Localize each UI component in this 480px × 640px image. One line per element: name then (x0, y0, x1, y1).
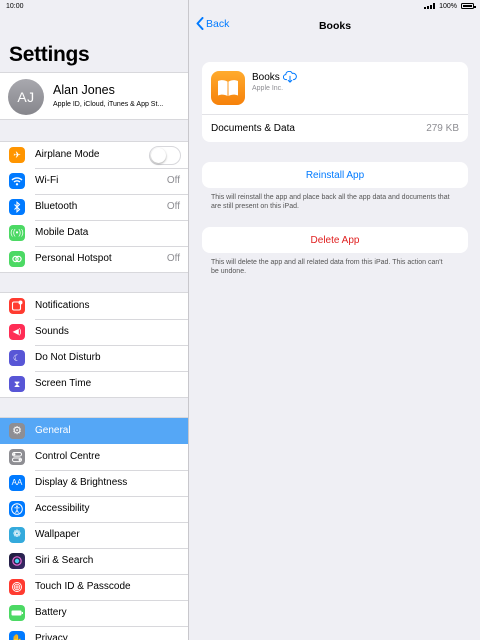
sidebar-item-privacy[interactable]: ✋ Privacy (0, 626, 188, 640)
sidebar-item-control-centre[interactable]: Control Centre (0, 444, 188, 470)
antenna-icon: ((•)) (9, 225, 25, 241)
airplane-icon: ✈ (9, 147, 25, 163)
bluetooth-icon (9, 199, 25, 215)
sidebar-item-screen-time[interactable]: ⧗ Screen Time (0, 371, 188, 397)
sidebar-item-wallpaper[interactable]: ❁ Wallpaper (0, 522, 188, 548)
speaker-icon: ◀) (9, 324, 25, 340)
notifications-icon (9, 298, 25, 314)
sidebar-item-general[interactable]: ⚙ General (0, 418, 188, 444)
sidebar-item-personal-hotspot[interactable]: Personal Hotspot Off (0, 246, 188, 272)
documents-data-label: Documents & Data (211, 123, 295, 134)
divider (202, 114, 468, 115)
settings-sidebar: Settings AJ Alan Jones Apple ID, iCloud,… (0, 0, 189, 640)
connectivity-group: ✈ Airplane Mode Wi-Fi Off Bluetooth Off … (0, 141, 188, 273)
page-title: Books (318, 20, 352, 32)
cloud-download-icon[interactable] (283, 71, 297, 83)
app-name: Books (252, 72, 280, 83)
reinstall-app-button[interactable]: Reinstall App (202, 162, 468, 188)
sidebar-item-label: Siri & Search (35, 555, 94, 566)
sidebar-item-label: Display & Brightness (35, 477, 128, 488)
sidebar-item-touch-id-passcode[interactable]: Touch ID & Passcode (0, 574, 188, 600)
sidebar-item-bluetooth[interactable]: Bluetooth Off (0, 194, 188, 220)
sidebar-item-label: Sounds (35, 326, 69, 337)
battery-percent: 100% (439, 2, 457, 10)
signal-icon (424, 3, 436, 9)
sidebar-title: Settings (9, 43, 90, 66)
sidebar-item-label: Notifications (35, 300, 90, 311)
sidebar-item-label: Bluetooth (35, 201, 78, 212)
sidebar-item-notifications[interactable]: Notifications (0, 293, 188, 319)
sidebar-item-label: Mobile Data (35, 227, 89, 238)
sidebar-item-label: Do Not Disturb (35, 352, 101, 363)
sidebar-item-mobile-data[interactable]: ((•)) Mobile Data (0, 220, 188, 246)
battery-status-icon (461, 3, 476, 9)
profile-name: Alan Jones (53, 83, 115, 97)
delete-note: This will delete the app and all related… (211, 259, 443, 275)
hand-icon: ✋ (9, 631, 25, 640)
siri-icon (9, 553, 25, 569)
delete-app-button[interactable]: Delete App (202, 227, 468, 253)
hotspot-icon (9, 251, 25, 267)
sidebar-item-label: Screen Time (35, 378, 92, 389)
sidebar-item-label: Privacy (35, 633, 68, 640)
accessibility-icon (9, 501, 25, 517)
fingerprint-icon (9, 579, 25, 595)
sidebar-item-label: Personal Hotspot (35, 253, 112, 264)
bluetooth-status: Off (166, 201, 180, 212)
app-detail-pane: Back Books Books Apple Inc. Documents & … (190, 0, 480, 640)
sidebar-item-do-not-disturb[interactable]: ☾ Do Not Disturb (0, 345, 188, 371)
notifications-group: Notifications ◀) Sounds ☾ Do Not Disturb… (0, 292, 188, 398)
sidebar-item-airplane-mode[interactable]: ✈ Airplane Mode (0, 142, 188, 168)
gear-icon: ⚙ (9, 423, 25, 439)
battery-icon (9, 605, 25, 621)
status-time: 10:00 (6, 2, 24, 10)
wifi-status: Off (166, 175, 180, 186)
switches-icon (9, 449, 25, 465)
sidebar-item-label: Touch ID & Passcode (35, 581, 131, 592)
app-developer: Apple Inc. (252, 85, 284, 92)
wifi-icon (9, 173, 25, 189)
sidebar-item-label: Control Centre (35, 451, 101, 462)
sidebar-item-label: Battery (35, 607, 67, 618)
hourglass-icon: ⧗ (9, 376, 25, 392)
app-info-card: Books Apple Inc. Documents & Data 279 KB (202, 62, 468, 142)
status-bar: 10:00 100% (0, 0, 480, 12)
airplane-mode-toggle[interactable] (149, 146, 181, 165)
apple-id-profile[interactable]: AJ Alan Jones Apple ID, iCloud, iTunes &… (0, 72, 188, 120)
hotspot-status: Off (166, 253, 180, 264)
sidebar-item-label: General (35, 425, 71, 436)
moon-icon: ☾ (9, 350, 25, 366)
sidebar-item-label: Wallpaper (35, 529, 80, 540)
documents-data-size: 279 KB (426, 123, 459, 134)
sidebar-item-sounds[interactable]: ◀) Sounds (0, 319, 188, 345)
sidebar-item-wifi[interactable]: Wi-Fi Off (0, 168, 188, 194)
avatar: AJ (8, 79, 44, 115)
sidebar-item-label: Airplane Mode (35, 149, 100, 160)
sidebar-item-siri-search[interactable]: Siri & Search (0, 548, 188, 574)
sidebar-item-accessibility[interactable]: Accessibility (0, 496, 188, 522)
reinstall-note: This will reinstall the app and place ba… (211, 194, 450, 210)
sidebar-item-label: Wi-Fi (35, 175, 59, 186)
profile-subtitle: Apple ID, iCloud, iTunes & App St... (53, 101, 164, 108)
books-app-icon (211, 71, 245, 105)
sidebar-item-battery[interactable]: Battery (0, 600, 188, 626)
navigation-bar: Back Books (190, 12, 480, 40)
general-group: ⚙ General Control Centre AA Display & Br… (0, 417, 188, 640)
sidebar-item-display-brightness[interactable]: AA Display & Brightness (0, 470, 188, 496)
sidebar-item-label: Accessibility (35, 503, 90, 514)
flower-icon: ❁ (9, 527, 25, 543)
text-size-icon: AA (9, 475, 25, 491)
